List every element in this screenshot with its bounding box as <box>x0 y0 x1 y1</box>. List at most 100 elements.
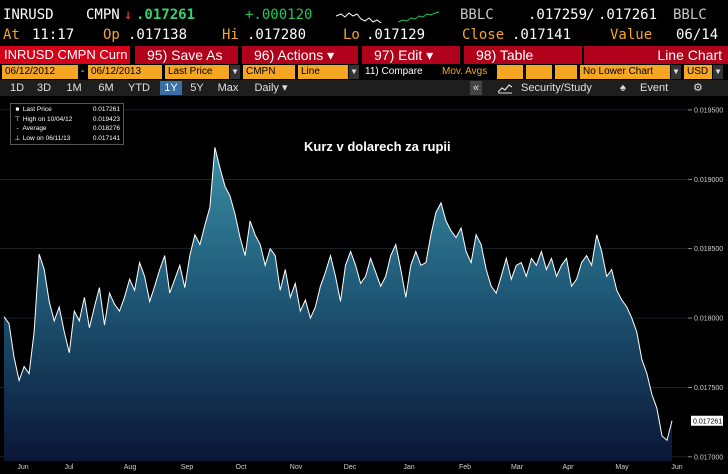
quote-time: 11:17 <box>32 27 75 43</box>
line-style-dropdown-icon[interactable]: ▼ <box>349 65 359 79</box>
legend-low-icon: ⊥ <box>14 134 21 142</box>
x-tick-label: Jun <box>671 464 682 471</box>
chart-legend: ■ Last Price 0.017261 ⊤ High on 10/04/12… <box>10 103 124 145</box>
gear-icon[interactable]: ⚙ <box>693 81 703 95</box>
x-axis: Jun Jul Aug Sep Oct Nov Dec Jan Feb Mar Apr May Jun <box>17 464 682 471</box>
period-1d[interactable]: 1D <box>6 81 28 95</box>
at-label: At <box>3 27 20 43</box>
end-date-field[interactable]: 06/12/2013 <box>88 65 162 79</box>
price-field-dropdown-icon[interactable]: ▼ <box>230 65 240 79</box>
x-tick-label: Apr <box>563 464 575 471</box>
function-toolbar: INRUSD CMPN Curn 95) Save As 96) Actions… <box>0 46 728 64</box>
x-tick-label: Sep <box>181 464 194 471</box>
y-tick-label: 0.017000 <box>694 454 723 461</box>
x-tick-label: Jul <box>65 464 74 471</box>
y-axis: 0.019500 0.019000 0.018500 0.018000 0.017500… <box>688 107 723 461</box>
value-date: 06/14 <box>676 27 719 43</box>
legend-average: - Average 0.018276 <box>14 124 120 134</box>
period-ytd[interactable]: YTD <box>124 81 154 95</box>
last-value-tag: 0.017261 <box>691 415 723 426</box>
start-date-field[interactable]: 06/12/2012 <box>2 65 78 79</box>
mov-avgs-label: Mov. Avgs <box>442 66 488 77</box>
currency-select[interactable]: USD <box>684 65 712 79</box>
lower-chart-select[interactable]: No Lower Chart <box>580 65 670 79</box>
security-field[interactable]: INRUSD CMPN Curn <box>0 46 130 64</box>
open-price: .017138 <box>128 27 188 43</box>
period-5y[interactable]: 5Y <box>186 81 208 95</box>
last-value-tag-text: 0.017261 <box>693 418 722 425</box>
y-tick-label: 0.018000 <box>694 316 723 323</box>
event-icon[interactable]: ♠ <box>620 81 626 95</box>
legend-average-label: Average <box>22 125 47 132</box>
period-3d[interactable]: 3D <box>33 81 55 95</box>
period-1y[interactable]: 1Y <box>160 81 182 95</box>
lower-chart-dropdown-icon[interactable]: ▼ <box>671 65 681 79</box>
quote-line-2: At 11:17 Op .017138 Hi .017280 Lo .01712… <box>0 26 728 44</box>
chart-controls: 06/12/2012 - 06/12/2013 Last Price ▼ CMP… <box>0 65 728 79</box>
x-tick-label: Jan <box>403 464 414 471</box>
event-button[interactable]: Event <box>640 81 668 95</box>
security-study-button[interactable]: Security/Study <box>521 81 592 95</box>
legend-high: ⊤ High on 10/04/12 0.019423 <box>14 115 120 125</box>
period-1m[interactable]: 1M <box>62 81 86 95</box>
y-tick-label: 0.019500 <box>694 107 723 114</box>
price-source: CMPN <box>86 7 120 23</box>
security-study-icon[interactable] <box>497 83 513 94</box>
bid-source: BBLC <box>460 7 494 23</box>
mov-avg-field-1[interactable] <box>497 65 523 79</box>
legend-low-value: 0.017141 <box>92 134 120 142</box>
legend-high-label: High on 10/04/12 <box>22 115 73 123</box>
legend-high-value: 0.019423 <box>92 115 120 123</box>
actions-menu-button[interactable]: 96) Actions ▾ <box>240 46 358 64</box>
legend-low-label: Low on 06/11/13 <box>22 134 71 142</box>
down-arrow-icon: ↓ <box>124 7 133 23</box>
x-tick-label: Dec <box>344 464 357 471</box>
ask-price: .017261 <box>598 7 658 23</box>
low-label: Lo <box>343 27 360 43</box>
open-label: Op <box>103 27 120 43</box>
intraday-sparkline-icon <box>336 12 382 24</box>
low-price: .017129 <box>366 27 426 43</box>
x-tick-label: Mar <box>511 464 524 471</box>
x-tick-label: Jun <box>17 464 28 471</box>
last-price: .017261 <box>136 7 196 23</box>
date-range-separator: - <box>81 66 85 77</box>
net-change: +.000120 <box>245 7 313 23</box>
bid-ask-separator: / <box>586 7 595 23</box>
ticker-symbol[interactable]: INRUSD <box>3 6 54 24</box>
ask-source: BBLC <box>673 7 707 23</box>
save-as-button[interactable]: 95) Save As <box>133 46 238 64</box>
mov-avg-field-2[interactable] <box>526 65 552 79</box>
currency-dropdown-icon[interactable]: ▼ <box>713 65 723 79</box>
y-tick-label: 0.019000 <box>694 177 723 184</box>
close-label: Close <box>462 27 505 43</box>
legend-average-value: 0.018276 <box>92 125 120 132</box>
legend-high-icon: ⊤ <box>14 115 21 123</box>
high-label: Hi <box>222 27 239 43</box>
period-max[interactable]: Max <box>213 81 243 95</box>
chart-type-label[interactable]: Line Chart <box>584 46 728 64</box>
x-tick-label: Aug <box>124 464 137 471</box>
high-price: .017280 <box>247 27 307 43</box>
x-tick-label: Oct <box>236 464 247 471</box>
legend-last-value: 0.017261 <box>92 106 120 113</box>
x-tick-label: Nov <box>290 464 303 471</box>
frequency-select[interactable]: Daily ▾ <box>247 81 295 95</box>
collapse-icon[interactable]: « <box>470 81 482 95</box>
period-6m[interactable]: 6M <box>94 81 118 95</box>
table-button[interactable]: 98) Table <box>462 46 582 64</box>
x-tick-label: Feb <box>459 464 471 471</box>
mov-avg-field-3[interactable] <box>555 65 577 79</box>
y-tick-label: 0.018500 <box>694 246 723 253</box>
price-field-select[interactable]: Last Price <box>165 65 229 79</box>
legend-last-label: Last Price <box>22 106 52 113</box>
value-label: Value <box>610 27 653 43</box>
line-style-select[interactable]: Line <box>298 65 348 79</box>
chart-annotation: Kurz v dolarech za rupii <box>304 139 451 154</box>
legend-low: ⊥ Low on 06/11/13 0.017141 <box>14 134 120 144</box>
period-selector-bar: 1D 3D 1M 6M YTD 1Y 5Y Max Daily ▾ « Secu… <box>0 80 728 96</box>
compare-button[interactable]: 11) Compare <box>365 65 423 79</box>
source-field[interactable]: CMPN <box>243 65 295 79</box>
edit-menu-button[interactable]: 97) Edit ▾ <box>360 46 460 64</box>
legend-square-icon: ■ <box>15 106 20 113</box>
